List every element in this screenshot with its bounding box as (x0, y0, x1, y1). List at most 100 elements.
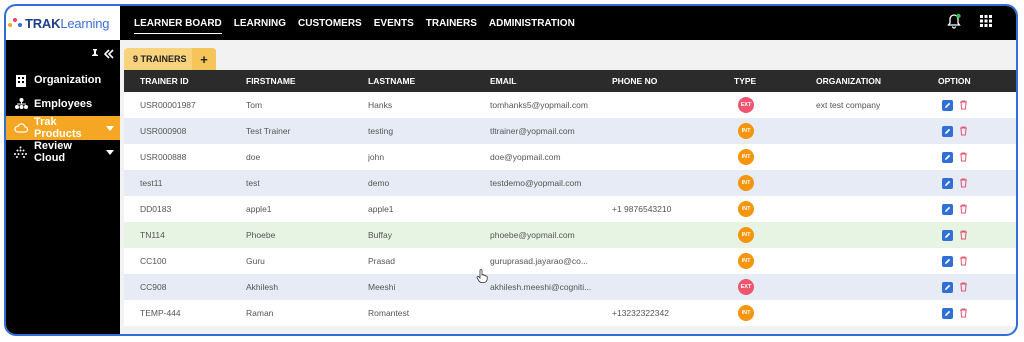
delete-icon[interactable] (958, 152, 968, 163)
cell-type: INT (734, 123, 816, 139)
sidebar-item-label: Review Cloud (33, 140, 72, 164)
header-trainer-id[interactable]: TRAINER ID (124, 76, 246, 86)
cell-trainer-id: CC100 (140, 256, 167, 266)
cell-trainer-id: USR00001987 (140, 100, 196, 110)
edit-icon[interactable] (942, 307, 953, 319)
cell-option (938, 99, 1016, 111)
edit-icon[interactable] (942, 203, 953, 215)
delete-icon[interactable] (958, 282, 968, 293)
cell-phone-no: +1 9876543210 (612, 204, 672, 214)
cell-lastname: testing (368, 126, 394, 136)
type-badge: INT (738, 175, 754, 191)
cell-email: doe@yopmail.com (490, 152, 561, 162)
header-firstname[interactable]: FIRSTNAME (246, 76, 368, 86)
header-email[interactable]: EMAIL (490, 76, 612, 86)
cell-type: INT (734, 227, 816, 243)
trainers-count-label: 9 TRAINERS (133, 54, 187, 64)
cell-organization: ext test company (816, 100, 881, 110)
delete-icon[interactable] (958, 308, 968, 319)
table-row[interactable]: CC908 Akhilesh Meeshi akhilesh.meeshi@cogni… (124, 274, 1016, 300)
logo[interactable]: TRAKLearning (6, 6, 120, 40)
table-row[interactable]: USR000908 Test Trainer testing tltrainer@yo… (124, 118, 1016, 144)
cell-trainer-id: CC908 (140, 282, 167, 292)
cell-firstname: Raman (246, 308, 274, 318)
cell-lastname: apple1 (368, 204, 394, 214)
table-row[interactable]: TEMP-444 Raman Romantest +13232322342 INT (124, 300, 1016, 326)
sidebar-nav: Organization Employees Trak Products Rev… (6, 68, 120, 164)
type-badge: EXT (738, 97, 754, 113)
delete-icon[interactable] (958, 256, 968, 267)
cell-lastname: demo (368, 178, 390, 188)
delete-icon[interactable] (958, 230, 968, 241)
edit-icon[interactable] (942, 125, 953, 137)
topnav-events[interactable]: EVENTS (368, 6, 420, 40)
sidebar-item-employees[interactable]: Employees (6, 92, 120, 116)
cell-firstname: apple1 (246, 204, 272, 214)
sidebar-item-organization[interactable]: Organization (6, 68, 120, 92)
cell-option (938, 281, 1016, 293)
edit-icon[interactable] (942, 229, 953, 241)
table-row[interactable]: test11 test demo testdemo@yopmail.com INT (124, 170, 1016, 196)
cell-firstname: Tom (246, 100, 263, 110)
edit-icon[interactable] (942, 177, 953, 189)
type-badge: INT (738, 253, 754, 269)
sidebar: TRAKLearning Organization Employees Trak… (6, 6, 120, 334)
cell-type: EXT (734, 97, 816, 113)
cell-lastname: john (368, 152, 385, 162)
collapse-sidebar-icon[interactable] (103, 48, 114, 62)
cell-firstname: Akhilesh (246, 282, 279, 292)
type-badge: INT (738, 149, 754, 165)
topnav-trainers[interactable]: TRAINERS (420, 6, 483, 40)
cell-option (938, 151, 1016, 163)
edit-icon[interactable] (942, 151, 953, 163)
header-lastname[interactable]: LASTNAME (368, 76, 490, 86)
table-row[interactable]: USR00001987 Tom Hanks tomhanks5@yopmail.com… (124, 92, 1016, 118)
cell-phone-no: +13232322342 (612, 308, 669, 318)
type-badge: INT (738, 227, 754, 243)
header-type[interactable]: TYPE (734, 76, 816, 86)
sidebar-item-label: Employees (34, 98, 93, 110)
cell-firstname: Test Trainer (246, 126, 291, 136)
cell-option (938, 203, 1016, 215)
delete-icon[interactable] (958, 204, 968, 215)
header-organization[interactable]: ORGANIZATION (816, 76, 938, 86)
table-row[interactable]: USR000888 doe john doe@yopmail.com INT (124, 144, 1016, 170)
main-content: 9 TRAINERS + TRAINER ID FIRSTNAME LASTNA… (120, 40, 1016, 334)
delete-icon[interactable] (958, 100, 968, 111)
topnav-customers[interactable]: CUSTOMERS (292, 6, 368, 40)
topnav-learner-board[interactable]: LEARNER BOARD (128, 6, 228, 40)
sidebar-item-label: Trak Products (34, 116, 82, 140)
delete-icon[interactable] (958, 126, 968, 137)
app-frame: TRAKLearning Organization Employees Trak… (4, 4, 1018, 336)
cell-type: INT (734, 175, 816, 191)
bell-icon[interactable] (946, 13, 962, 34)
hand-cursor-icon (476, 269, 488, 288)
table-row[interactable]: TN114 Phoebe Buffay phoebe@yopmail.com INT (124, 222, 1016, 248)
pin-icon[interactable] (90, 48, 100, 62)
sidebar-item-review-cloud[interactable]: Review Cloud (6, 140, 120, 164)
add-trainer-button[interactable]: + (192, 48, 216, 70)
cell-email: guruprasad.jayarao@co... (490, 256, 588, 266)
sidebar-item-trak-products[interactable]: Trak Products (6, 116, 120, 140)
cloud-icon (14, 121, 28, 135)
delete-icon[interactable] (958, 178, 968, 189)
topnav-administration[interactable]: ADMINISTRATION (483, 6, 581, 40)
header-phone-no[interactable]: PHONE NO (612, 76, 734, 86)
chevron-down-icon[interactable] (106, 149, 114, 155)
topnav-learning[interactable]: LEARNING (228, 6, 292, 40)
edit-icon[interactable] (942, 255, 953, 267)
chevron-down-icon[interactable] (106, 125, 114, 131)
tab-trainers[interactable]: 9 TRAINERS + (124, 48, 216, 70)
cell-option (938, 177, 1016, 189)
table-row[interactable]: CC100 Guru Prasad guruprasad.jayarao@co... I… (124, 248, 1016, 274)
header-option: OPTION (938, 76, 971, 86)
apps-grid-icon[interactable] (980, 14, 992, 32)
type-badge: EXT (738, 279, 754, 295)
tab-strip: 9 TRAINERS + (120, 40, 1016, 70)
edit-icon[interactable] (942, 99, 953, 111)
cell-email: testdemo@yopmail.com (490, 178, 582, 188)
edit-icon[interactable] (942, 281, 953, 293)
cell-firstname: test (246, 178, 260, 188)
table-row[interactable]: DD0183 apple1 apple1 +1 9876543210 INT (124, 196, 1016, 222)
cell-option (938, 125, 1016, 137)
